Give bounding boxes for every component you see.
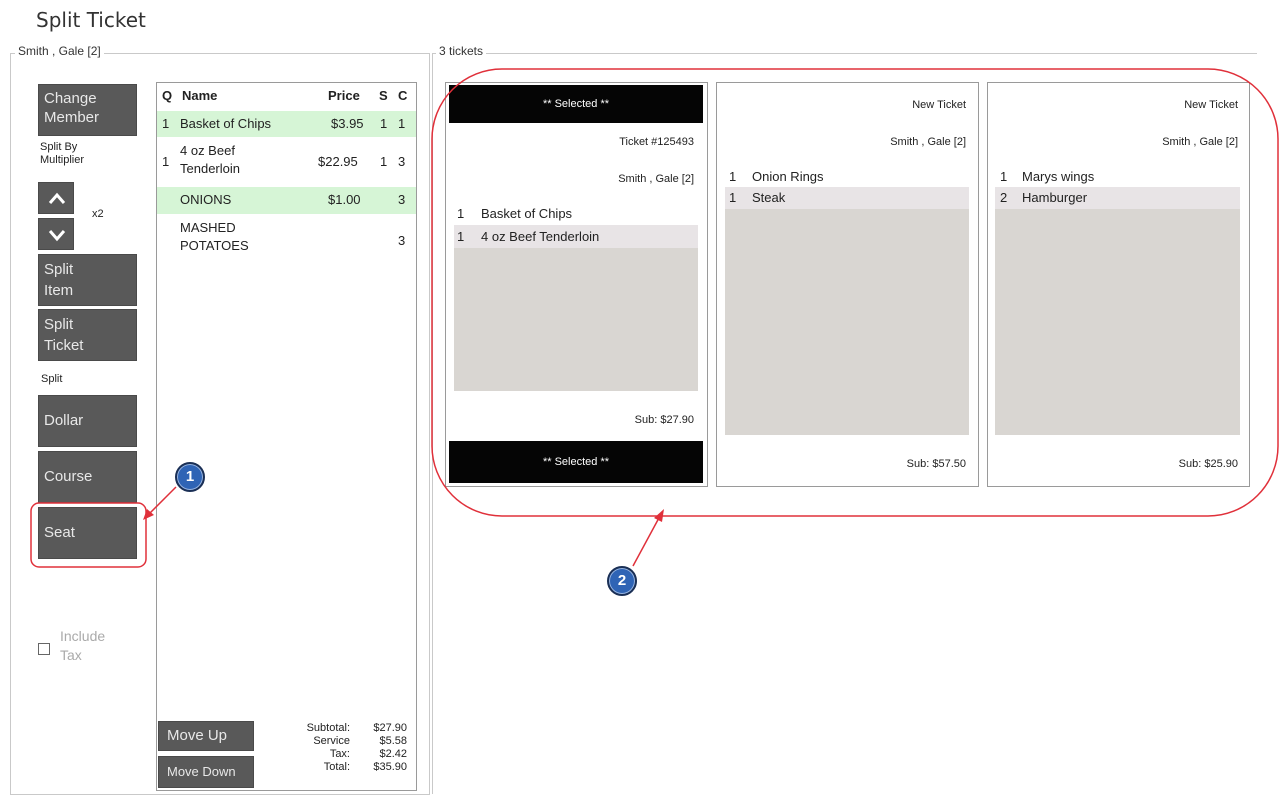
- callout-2-badge: 2: [607, 566, 637, 596]
- callout-2-arrow: [632, 515, 661, 567]
- annotation-overlay: [30, 68, 1279, 568]
- seat-highlight-box: [30, 502, 147, 568]
- callout-1-arrow: [147, 486, 177, 516]
- callout-1-badge: 1: [175, 462, 205, 492]
- tickets-highlight-ellipse: [431, 68, 1279, 517]
